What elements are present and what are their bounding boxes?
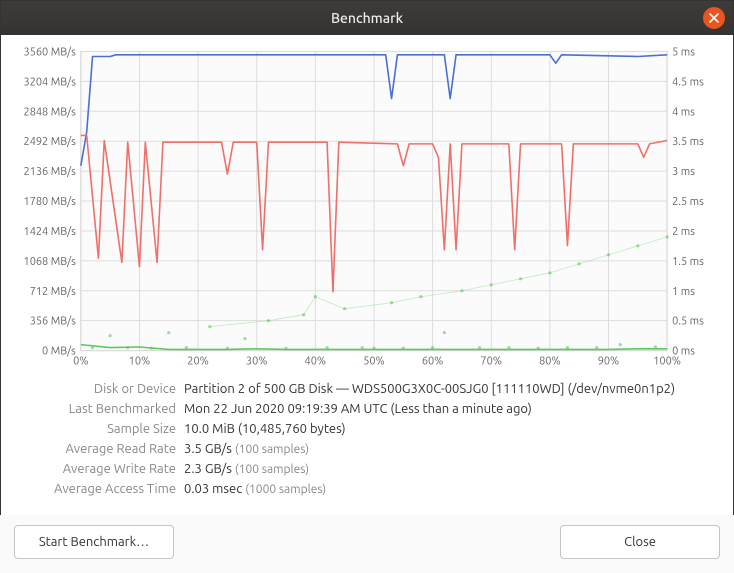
value-last: Mon 22 Jun 2020 09:19:39 AM UTC (Less th… xyxy=(184,402,715,416)
svg-text:30%: 30% xyxy=(246,356,268,368)
value-access: 0.03 msec (1000 samples) xyxy=(184,482,715,496)
svg-text:0.5 ms: 0.5 ms xyxy=(672,316,704,328)
svg-text:20%: 20% xyxy=(187,356,209,368)
svg-text:50%: 50% xyxy=(363,356,385,368)
svg-text:4 ms: 4 ms xyxy=(672,106,695,118)
footer: Start Benchmark… Close xyxy=(0,515,734,573)
svg-text:1780 MB/s: 1780 MB/s xyxy=(24,196,77,208)
svg-text:90%: 90% xyxy=(598,356,620,368)
svg-text:2 ms: 2 ms xyxy=(672,226,695,238)
titlebar: Benchmark xyxy=(1,1,733,35)
value-sample: 10.0 MiB (10,485,760 bytes) xyxy=(184,422,715,436)
close-button[interactable]: Close xyxy=(560,525,720,559)
svg-text:1068 MB/s: 1068 MB/s xyxy=(24,256,77,268)
close-icon[interactable] xyxy=(703,7,725,29)
svg-text:80%: 80% xyxy=(539,356,561,368)
svg-text:70%: 70% xyxy=(480,356,502,368)
info-row-write: Average Write Rate 2.3 GB/s (100 samples… xyxy=(19,459,715,479)
info-panel: Disk or Device Partition 2 of 500 GB Dis… xyxy=(19,379,715,499)
svg-text:2848 MB/s: 2848 MB/s xyxy=(24,106,77,118)
window-title: Benchmark xyxy=(331,10,403,26)
svg-text:712 MB/s: 712 MB/s xyxy=(30,286,76,298)
benchmark-chart: 0 MB/s0 ms356 MB/s0.5 ms712 MB/s1 ms1068… xyxy=(19,45,715,375)
svg-text:3560 MB/s: 3560 MB/s xyxy=(24,46,77,58)
svg-text:1 ms: 1 ms xyxy=(672,286,695,298)
svg-text:2.5 ms: 2.5 ms xyxy=(672,196,704,208)
info-row-disk: Disk or Device Partition 2 of 500 GB Dis… xyxy=(19,379,715,399)
info-row-sample: Sample Size 10.0 MiB (10,485,760 bytes) xyxy=(19,419,715,439)
value-write: 2.3 GB/s (100 samples) xyxy=(184,462,715,476)
label-disk: Disk or Device xyxy=(19,382,184,396)
info-row-access: Average Access Time 0.03 msec (1000 samp… xyxy=(19,479,715,499)
value-read: 3.5 GB/s (100 samples) xyxy=(184,442,715,456)
svg-text:60%: 60% xyxy=(422,356,444,368)
svg-text:1.5 ms: 1.5 ms xyxy=(672,256,704,268)
label-access: Average Access Time xyxy=(19,482,184,496)
svg-text:2492 MB/s: 2492 MB/s xyxy=(24,136,77,148)
label-sample: Sample Size xyxy=(19,422,184,436)
svg-text:5 ms: 5 ms xyxy=(672,46,695,58)
label-read: Average Read Rate xyxy=(19,442,184,456)
svg-text:3 ms: 3 ms xyxy=(672,166,695,178)
svg-text:40%: 40% xyxy=(305,356,327,368)
value-disk: Partition 2 of 500 GB Disk — WDS500G3X0C… xyxy=(184,382,715,396)
info-row-read: Average Read Rate 3.5 GB/s (100 samples) xyxy=(19,439,715,459)
info-row-last: Last Benchmarked Mon 22 Jun 2020 09:19:3… xyxy=(19,399,715,419)
label-write: Average Write Rate xyxy=(19,462,184,476)
svg-text:3204 MB/s: 3204 MB/s xyxy=(24,76,77,88)
svg-text:2136 MB/s: 2136 MB/s xyxy=(24,166,77,178)
svg-text:1424 MB/s: 1424 MB/s xyxy=(24,226,77,238)
start-benchmark-button[interactable]: Start Benchmark… xyxy=(14,525,174,559)
svg-text:100%: 100% xyxy=(653,356,681,368)
svg-text:356 MB/s: 356 MB/s xyxy=(30,316,76,328)
svg-text:0 MB/s: 0 MB/s xyxy=(42,346,76,358)
label-last: Last Benchmarked xyxy=(19,402,184,416)
svg-text:3.5 ms: 3.5 ms xyxy=(672,136,704,148)
svg-text:10%: 10% xyxy=(129,356,151,368)
svg-text:0%: 0% xyxy=(73,356,88,368)
svg-text:4.5 ms: 4.5 ms xyxy=(672,76,704,88)
